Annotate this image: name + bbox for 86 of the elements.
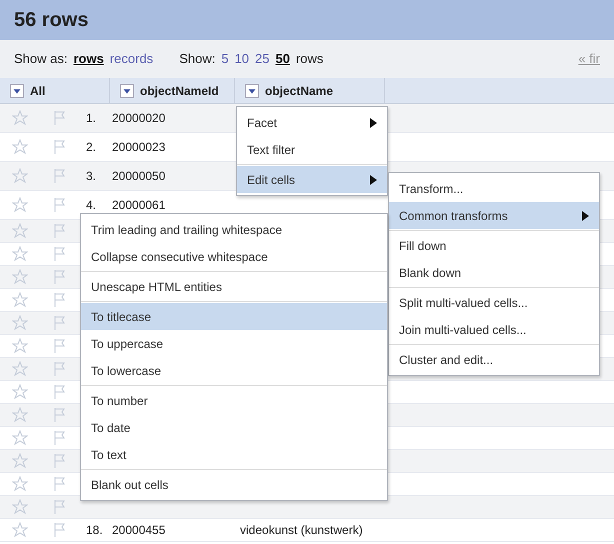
table-cell: 20000455 [112, 523, 166, 537]
flag-icon[interactable] [52, 499, 68, 515]
table-cell: 20000023 [112, 140, 166, 154]
star-icon[interactable] [12, 168, 28, 184]
star-icon[interactable] [12, 499, 28, 515]
menu-item[interactable]: Facet [237, 109, 387, 136]
table-cell: videokunst (kunstwerk) [240, 523, 363, 537]
flag-icon[interactable] [52, 110, 68, 126]
submenu-arrow-icon [370, 118, 377, 128]
menu-item[interactable]: Blank down [389, 259, 599, 286]
flag-icon[interactable] [52, 453, 68, 469]
menu-item[interactable]: To date [81, 414, 387, 441]
star-icon[interactable] [12, 223, 28, 239]
column-header[interactable]: All [30, 82, 46, 100]
flag-icon[interactable] [52, 476, 68, 492]
dropdown-icon[interactable] [10, 84, 24, 98]
label: Show: [179, 50, 216, 68]
table-cell: 20000020 [112, 111, 166, 125]
flag-icon[interactable] [52, 384, 68, 400]
menu-item[interactable]: To lowercase [81, 357, 387, 384]
flag-icon[interactable] [52, 338, 68, 354]
menu-item[interactable]: Fill down [389, 232, 599, 259]
flag-icon[interactable] [52, 407, 68, 423]
flag-icon[interactable] [52, 168, 68, 184]
dropdown-icon[interactable] [245, 84, 259, 98]
flag-icon[interactable] [52, 361, 68, 377]
star-icon[interactable] [12, 453, 28, 469]
menu-item[interactable]: Text filter [237, 136, 387, 163]
menu-item[interactable]: Blank out cells [81, 471, 387, 498]
view-link[interactable]: rows [73, 49, 104, 69]
star-icon[interactable] [12, 110, 28, 126]
menu-item[interactable]: Common transforms [389, 202, 599, 229]
star-icon[interactable] [12, 197, 28, 213]
star-icon[interactable] [12, 430, 28, 446]
dropdown-icon[interactable] [120, 84, 134, 98]
star-icon[interactable] [12, 338, 28, 354]
flag-icon[interactable] [52, 139, 68, 155]
menu-item[interactable]: Split multi-valued cells... [389, 289, 599, 316]
flag-icon[interactable] [52, 223, 68, 239]
star-icon[interactable] [12, 292, 28, 308]
star-icon[interactable] [12, 246, 28, 262]
flag-icon[interactable] [52, 269, 68, 285]
row-number: 18. [86, 523, 103, 537]
column-header[interactable]: objectName [265, 82, 334, 100]
menu-item[interactable]: Join multi-valued cells... [389, 316, 599, 343]
flag-icon[interactable] [52, 430, 68, 446]
column-header[interactable]: objectNameId [140, 82, 219, 100]
menu-item[interactable]: Trim leading and trailing whitespace [81, 216, 387, 243]
label: rows [296, 50, 324, 68]
menu-item[interactable]: Edit cells [237, 166, 387, 193]
page-size-link[interactable]: 25 [255, 49, 270, 69]
page-size-link[interactable]: 5 [221, 49, 229, 69]
submenu-arrow-icon [370, 174, 377, 184]
menu-item[interactable]: To titlecase [81, 303, 387, 330]
star-icon[interactable] [12, 269, 28, 285]
menu-item[interactable]: To text [81, 441, 387, 468]
table-cell: 20000061 [112, 198, 166, 212]
row-count-title: 56 rows [14, 8, 88, 32]
row-number: 3. [86, 169, 96, 183]
flag-icon[interactable] [52, 292, 68, 308]
view-link[interactable]: records [110, 49, 154, 69]
flag-icon[interactable] [52, 197, 68, 213]
star-icon[interactable] [12, 522, 28, 538]
flag-icon[interactable] [52, 315, 68, 331]
submenu-arrow-icon [582, 210, 589, 220]
row-number: 1. [86, 111, 96, 125]
page-size-link[interactable]: 50 [276, 49, 290, 69]
menu-item[interactable]: Collapse consecutive whitespace [81, 243, 387, 270]
label: Show as: [14, 50, 68, 68]
page-size-link[interactable]: 10 [234, 49, 250, 69]
menu-item[interactable]: Cluster and edit... [389, 346, 599, 373]
menu-item[interactable]: To number [81, 387, 387, 414]
table-cell: 20000050 [112, 169, 166, 183]
star-icon[interactable] [12, 407, 28, 423]
flag-icon[interactable] [52, 246, 68, 262]
star-icon[interactable] [12, 139, 28, 155]
row-number: 4. [86, 198, 96, 212]
flag-icon[interactable] [52, 522, 68, 538]
star-icon[interactable] [12, 476, 28, 492]
menu-item[interactable]: Unescape HTML entities [81, 273, 387, 300]
row-number: 2. [86, 140, 96, 154]
star-icon[interactable] [12, 315, 28, 331]
menu-item[interactable]: To uppercase [81, 330, 387, 357]
star-icon[interactable] [12, 384, 28, 400]
star-icon[interactable] [12, 361, 28, 377]
menu-item[interactable]: Transform... [389, 175, 599, 202]
